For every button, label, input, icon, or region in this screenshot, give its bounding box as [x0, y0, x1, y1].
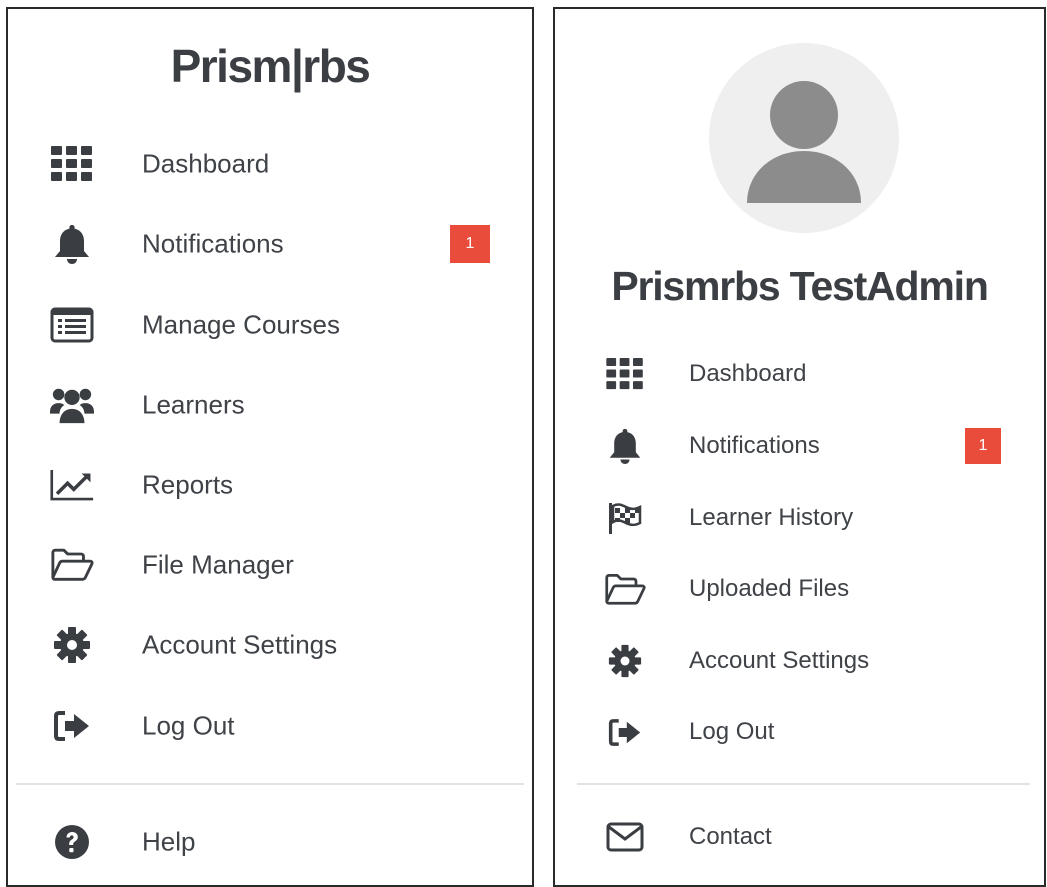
nav-item-label: Notifications: [142, 228, 284, 259]
nav-item-label: Help: [142, 826, 196, 857]
nav-item-contact[interactable]: Contact: [555, 812, 1044, 862]
nav-item-label: Contact: [689, 823, 772, 850]
nav-item-dashboard[interactable]: Dashboard: [555, 349, 1044, 399]
nav-item-label: Manage Courses: [142, 309, 340, 340]
folder-open-icon: [50, 543, 94, 587]
gear-icon: [603, 639, 647, 683]
bell-icon: [50, 222, 94, 266]
users-icon: [50, 383, 94, 427]
menu-divider: [577, 783, 1030, 785]
nav-item-learners[interactable]: Learners: [8, 380, 532, 430]
nav-item-label: Notifications: [689, 432, 820, 459]
learner-sidebar-menu: Prismrbs TestAdmin Dashboard Notificatio…: [553, 7, 1046, 887]
flag-checkered-icon: [603, 496, 647, 540]
nav-item-log-out[interactable]: Log Out: [555, 707, 1044, 757]
grid-icon: [50, 142, 94, 186]
folder-open-icon: [603, 567, 647, 611]
nav-item-account-settings[interactable]: Account Settings: [555, 636, 1044, 686]
nav-item-label: Dashboard: [689, 360, 807, 387]
notification-count-badge: 1: [450, 225, 490, 263]
menu-divider: [16, 783, 524, 785]
nav-item-label: Log Out: [142, 710, 235, 741]
nav-item-label: Learners: [142, 389, 245, 420]
nav-item-uploaded-files[interactable]: Uploaded Files: [555, 564, 1044, 614]
nav-item-label: Dashboard: [142, 148, 270, 179]
grid-icon: [603, 352, 647, 396]
nav-item-label: Log Out: [689, 718, 775, 745]
user-full-name: Prismrbs TestAdmin: [611, 263, 989, 309]
avatar: [709, 43, 899, 233]
nav-item-learner-history[interactable]: Learner History: [555, 493, 1044, 543]
sign-out-icon: [50, 704, 94, 748]
notification-count-badge: 1: [965, 428, 1001, 464]
line-chart-icon: [50, 463, 94, 507]
nav-item-dashboard[interactable]: Dashboard: [8, 139, 532, 189]
gear-icon: [50, 623, 94, 667]
bell-icon: [603, 424, 647, 468]
nav-item-notifications[interactable]: Notifications 1: [8, 219, 532, 269]
sign-out-icon: [603, 710, 647, 754]
user-silhouette-icon: [747, 81, 861, 203]
envelope-icon: [603, 815, 647, 859]
nav-item-file-manager[interactable]: File Manager: [8, 540, 532, 590]
nav-item-notifications[interactable]: Notifications 1: [555, 421, 1044, 471]
nav-item-reports[interactable]: Reports: [8, 460, 532, 510]
nav-item-manage-courses[interactable]: Manage Courses: [8, 300, 532, 350]
nav-item-label: Learner History: [689, 504, 854, 531]
question-circle-icon: [50, 820, 94, 864]
nav-item-label: File Manager: [142, 549, 294, 580]
nav-item-account-settings[interactable]: Account Settings: [8, 620, 532, 670]
admin-sidebar-menu: Prism|rbs Dashboard Notifications 1 Mana…: [6, 7, 534, 887]
nav-item-help[interactable]: Help: [8, 817, 532, 867]
brand-logo-text: Prism|rbs: [170, 40, 371, 92]
nav-item-label: Reports: [142, 469, 234, 500]
nav-item-log-out[interactable]: Log Out: [8, 701, 532, 751]
nav-item-label: Account Settings: [142, 629, 338, 660]
nav-item-label: Account Settings: [689, 647, 870, 674]
nav-item-label: Uploaded Files: [689, 575, 850, 602]
list-alt-icon: [50, 303, 94, 347]
